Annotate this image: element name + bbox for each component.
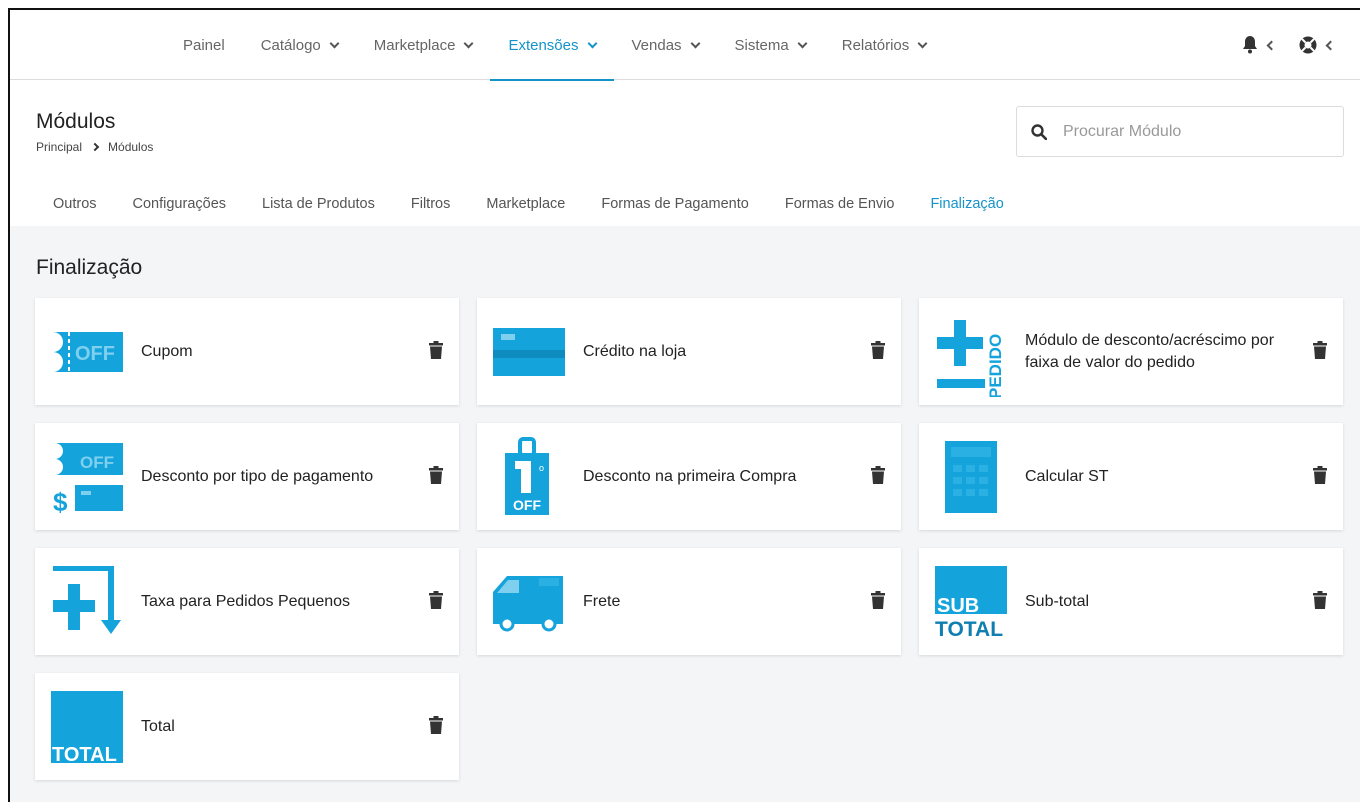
module-card-desconto-primeira-compra[interactable]: o OFF Desconto na primeira Compra [477,423,901,530]
plus-minus-pedido-icon: PEDIDO [935,316,1007,397]
nav-item-marketplace[interactable]: Marketplace [356,10,491,80]
credit-card-icon [493,316,565,388]
trash-icon[interactable] [429,466,443,484]
module-name: Sub-total [1025,592,1090,610]
nav-item-painel[interactable]: Painel [165,10,243,80]
trash-icon[interactable] [871,466,885,484]
top-navigation: Painel Catálogo Marketplace Extensões Ve… [10,10,1360,81]
trash-icon[interactable] [871,341,885,359]
module-name: Cupom [141,342,193,360]
tab-formas-de-envio[interactable]: Formas de Envio [767,180,913,228]
chevron-down-icon [464,38,474,48]
search-input[interactable] [1063,122,1323,141]
calculator-icon [935,440,1007,513]
module-card-cupom[interactable]: OFF Cupom [35,298,459,405]
truck-icon [493,566,565,638]
nav-item-label: Extensões [508,36,579,54]
module-tabs: Outros Configurações Lista de Produtos F… [35,180,1023,228]
nav-utilities [1242,10,1336,80]
module-name: Desconto por tipo de pagamento [141,467,374,485]
chevron-down-icon [690,38,700,48]
module-name: Taxa para Pedidos Pequenos [141,592,351,610]
first-purchase-bag-icon: o OFF [493,436,565,515]
svg-text:OFF: OFF [75,343,115,365]
bell-icon [1243,36,1257,54]
module-search [1016,106,1344,157]
page-header: Módulos Principal Módulos Outros Configu… [10,80,1360,230]
chevron-left-icon [1325,40,1336,50]
svg-text:PEDIDO: PEDIDO [986,333,1005,396]
nav-item-label: Marketplace [373,36,456,54]
nav-item-sistema[interactable]: Sistema [717,10,824,80]
notifications-toggle[interactable] [1242,36,1277,54]
chevron-down-icon [329,38,340,48]
breadcrumb: Principal Módulos [36,140,153,154]
module-card-desconto-tipo-pagamento[interactable]: OFF $ Desconto por tipo de pagamento [35,423,459,530]
svg-text:TOTAL: TOTAL [52,744,117,763]
nav-item-label: Sistema [734,36,789,54]
tab-finalizacao[interactable]: Finalização [912,180,1023,228]
tab-filtros[interactable]: Filtros [393,180,468,228]
module-card-frete[interactable]: Frete [477,548,901,655]
coupon-off-icon: OFF [51,316,123,388]
chevron-down-icon [797,38,808,48]
nav-item-extensoes[interactable]: Extensões [490,10,614,81]
nav-item-label: Painel [183,36,225,54]
svg-text:SUB: SUB [937,595,979,617]
breadcrumb-current: Módulos [108,140,154,154]
tab-lista-de-produtos[interactable]: Lista de Produtos [244,180,393,228]
help-icon [1299,36,1317,54]
nav-item-vendas[interactable]: Vendas [614,10,717,80]
module-card-taxa-pedidos-pequenos[interactable]: Taxa para Pedidos Pequenos [35,548,459,655]
chevron-down-icon [917,38,928,48]
chevron-left-icon [1266,40,1277,50]
chevron-down-icon [587,38,597,48]
trash-icon[interactable] [1313,341,1327,359]
app-frame: Painel Catálogo Marketplace Extensões Ve… [8,8,1360,802]
tab-marketplace[interactable]: Marketplace [468,180,583,228]
trash-icon[interactable] [429,591,443,609]
nav-item-label: Vendas [631,36,682,54]
module-card-sub-total[interactable]: SUB TOTAL Sub-total [919,548,1343,655]
nav-item-label: Relatórios [841,36,910,54]
svg-text:o: o [539,463,544,473]
total-icon: TOTAL [51,690,123,763]
payment-discount-icon: OFF $ [51,441,123,513]
svg-text:OFF: OFF [513,497,541,513]
module-card-credito-na-loja[interactable]: Crédito na loja [477,298,901,405]
nav-item-relatorios[interactable]: Relatórios [824,10,945,80]
module-name: Frete [583,592,621,610]
section-title: Finalização [36,256,143,279]
module-name: Crédito na loja [583,342,687,360]
chevron-right-icon [90,142,100,152]
module-name: Módulo de desconto/acréscimo por faixa d… [1025,331,1275,371]
help-toggle[interactable] [1299,36,1336,54]
tab-configuracoes[interactable]: Configurações [115,180,245,228]
module-card-calcular-st[interactable]: Calcular ST [919,423,1343,530]
nav-item-label: Catálogo [260,36,321,54]
modules-content: Finalização OFF Cupom Crédito na loja PE… [10,226,1360,802]
tab-outros[interactable]: Outros [35,180,115,228]
module-card-desconto-faixa-valor[interactable]: PEDIDO Módulo de desconto/acréscimo por … [919,298,1343,405]
tab-formas-de-pagamento[interactable]: Formas de Pagamento [583,180,767,228]
search-icon [1031,123,1047,140]
subtotal-icon: SUB TOTAL [935,565,1007,638]
trash-icon[interactable] [871,591,885,609]
page-title: Módulos [36,110,116,133]
trash-icon[interactable] [1313,466,1327,484]
svg-text:$: $ [53,487,68,513]
nav-item-catalogo[interactable]: Catálogo [243,10,356,80]
trash-icon[interactable] [429,341,443,359]
breadcrumb-link-principal[interactable]: Principal [36,140,82,154]
trash-icon[interactable] [429,716,443,734]
module-name: Total [141,717,175,735]
small-order-fee-icon [51,565,123,638]
module-name: Desconto na primeira Compra [583,467,797,485]
svg-text:OFF: OFF [80,453,114,472]
svg-text:TOTAL: TOTAL [935,618,1003,638]
module-name: Calcular ST [1025,467,1109,485]
main-menu: Painel Catálogo Marketplace Extensões Ve… [165,10,945,81]
trash-icon[interactable] [1313,591,1327,609]
module-card-total[interactable]: TOTAL Total [35,673,459,780]
